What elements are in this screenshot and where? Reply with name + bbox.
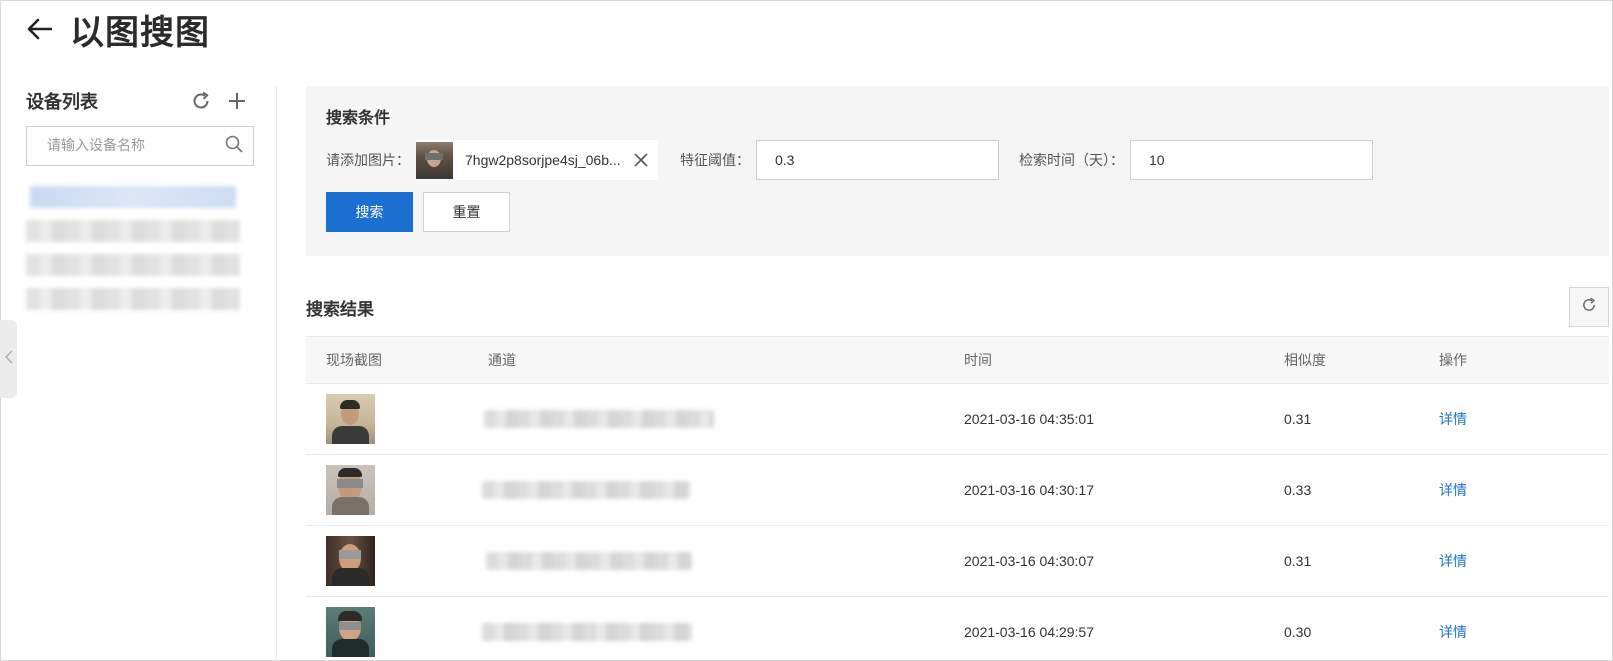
selected-image-chip[interactable]: 7hgw2p8sorjpe4sj_06b... [416, 140, 658, 180]
snapshot-thumbnail[interactable] [326, 394, 375, 444]
device-item[interactable] [26, 288, 240, 310]
details-link[interactable]: 详情 [1439, 625, 1467, 641]
search-icon[interactable] [225, 135, 243, 158]
threshold-input[interactable] [775, 152, 980, 168]
reset-button[interactable]: 重置 [423, 192, 510, 232]
time-cell: 2021-03-16 04:35:01 [964, 411, 1094, 427]
device-item[interactable] [26, 220, 240, 242]
details-link[interactable]: 详情 [1439, 412, 1467, 428]
table-header: 现场截图 通道 时间 相似度 操作 [306, 336, 1609, 384]
device-search-input[interactable] [47, 138, 225, 154]
channel-name [482, 623, 692, 641]
similarity-cell: 0.33 [1284, 482, 1312, 498]
device-list [26, 186, 254, 310]
time-cell: 2021-03-16 04:30:17 [964, 482, 1094, 498]
sidebar-header: 设备列表 [26, 86, 254, 116]
details-link[interactable]: 详情 [1439, 483, 1467, 499]
refresh-icon[interactable] [190, 90, 212, 112]
page-header: 以图搜图 [24, 6, 210, 53]
column-header: 相似度 [1284, 353, 1326, 369]
results-title: 搜索结果 [306, 300, 374, 320]
snapshot-thumbnail[interactable] [326, 536, 375, 586]
image-thumbnail [416, 141, 453, 179]
button-row: 搜索 重置 [326, 192, 1589, 232]
search-button[interactable]: 搜索 [326, 192, 413, 232]
similarity-cell: 0.30 [1284, 624, 1312, 640]
panel-title: 搜索条件 [326, 108, 391, 127]
snapshot-thumbnail[interactable] [326, 607, 375, 657]
sidebar-actions [190, 90, 254, 112]
conditions-row: 请添加图片： 7hgw2p8sorjpe4sj_06b... 特征阈值： 检索时… [326, 140, 1589, 180]
sidebar-divider [276, 86, 277, 661]
snapshot-thumbnail[interactable] [326, 465, 375, 515]
time-cell: 2021-03-16 04:30:07 [964, 553, 1094, 569]
sidebar-collapse-handle[interactable] [0, 320, 17, 398]
sidebar-title: 设备列表 [26, 92, 98, 113]
column-header: 通道 [488, 353, 516, 369]
table-row: 2021-03-16 04:30:17 0.33 详情 [306, 455, 1609, 526]
time-cell: 2021-03-16 04:29:57 [964, 624, 1094, 640]
add-icon[interactable] [226, 90, 248, 112]
days-label: 检索时间（天）： [1019, 153, 1124, 169]
table-row: 2021-03-16 04:29:57 0.30 详情 [306, 597, 1609, 661]
device-sidebar: 设备列表 [26, 86, 254, 322]
table-row: 2021-03-16 04:35:01 0.31 详情 [306, 384, 1609, 455]
column-header: 时间 [964, 353, 992, 369]
details-link[interactable]: 详情 [1439, 554, 1467, 570]
days-input[interactable] [1149, 152, 1354, 168]
column-header: 操作 [1439, 353, 1467, 369]
column-header: 现场截图 [326, 353, 382, 369]
channel-name [482, 481, 690, 499]
channel-name [484, 410, 714, 428]
threshold-label: 特征阈值： [680, 153, 750, 169]
days-field [1130, 140, 1373, 180]
chevron-left-icon [4, 350, 13, 369]
image-filename: 7hgw2p8sorjpe4sj_06b... [465, 152, 621, 168]
search-conditions-panel: 搜索条件 请添加图片： 7hgw2p8sorjpe4sj_06b... 特征阈值… [306, 86, 1609, 256]
device-item[interactable] [30, 186, 236, 208]
arrow-left-icon[interactable] [24, 14, 54, 44]
results-table: 现场截图 通道 时间 相似度 操作 2021-03-16 04:35:01 0.… [306, 336, 1609, 661]
similarity-cell: 0.31 [1284, 411, 1312, 427]
refresh-icon [1581, 297, 1597, 318]
refresh-results-button[interactable] [1569, 287, 1609, 327]
page-title: 以图搜图 [70, 12, 210, 53]
device-search-box [26, 126, 254, 166]
channel-name [486, 552, 692, 570]
table-row: 2021-03-16 04:30:07 0.31 详情 [306, 526, 1609, 597]
device-item[interactable] [26, 254, 240, 276]
close-icon[interactable] [632, 151, 650, 169]
threshold-field [756, 140, 999, 180]
image-label: 请添加图片： [326, 153, 410, 169]
similarity-cell: 0.31 [1284, 553, 1312, 569]
